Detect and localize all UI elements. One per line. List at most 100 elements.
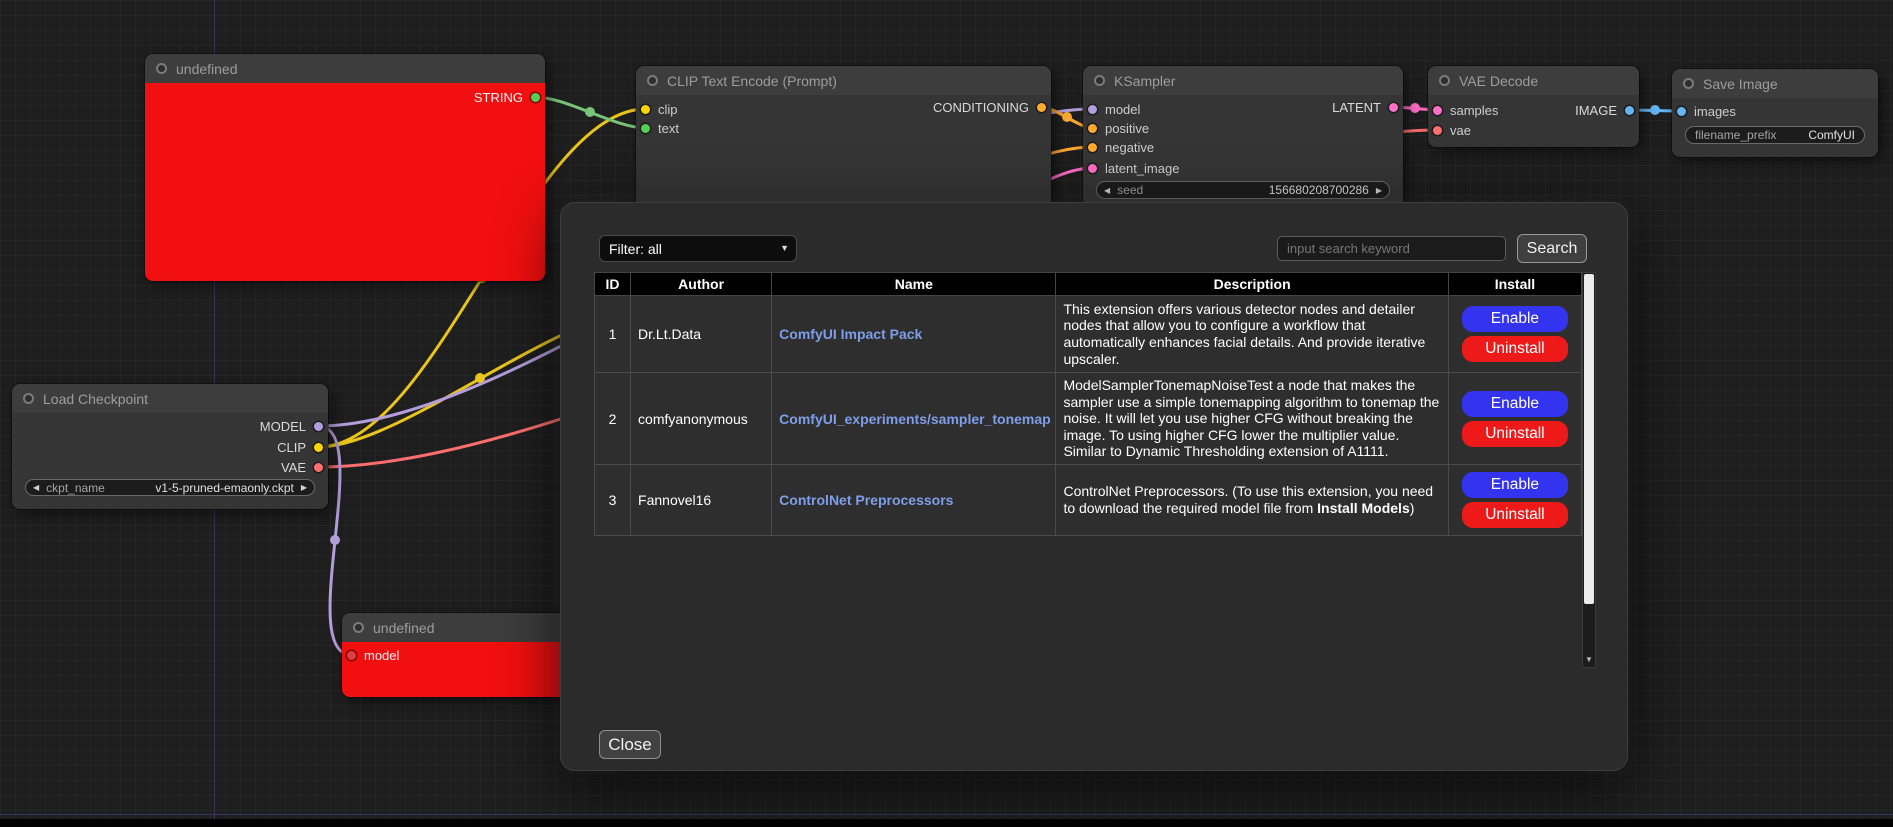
scrollbar-thumb[interactable] <box>1584 274 1594 604</box>
latent-slot-icon[interactable] <box>1433 106 1442 115</box>
widget-value: v1-5-pruned-emaonly.ckpt <box>155 481 294 495</box>
scrollbar[interactable]: ▼ <box>1582 272 1596 668</box>
node-title: Save Image <box>1703 76 1778 92</box>
output-slot-string[interactable]: STRING <box>474 88 540 106</box>
clip-slot-icon[interactable] <box>314 443 323 452</box>
string-slot-icon[interactable] <box>531 93 540 102</box>
input-slot-images[interactable]: images <box>1677 102 1736 120</box>
conditioning-slot-icon[interactable] <box>1088 124 1097 133</box>
increment-arrow-icon[interactable]: ▶ <box>1376 186 1382 195</box>
node-load-checkpoint[interactable]: Load Checkpoint MODEL CLIP VAE ◀ ckpt_na… <box>12 384 328 509</box>
string-slot-icon[interactable] <box>641 124 650 133</box>
input-slot-text[interactable]: text <box>641 119 679 137</box>
ckpt-name-widget[interactable]: ◀ ckpt_name v1-5-pruned-emaonly.ckpt ▶ <box>25 479 315 496</box>
ext-link[interactable]: ControlNet Preprocessors <box>779 492 953 508</box>
node-collapse-dot[interactable] <box>23 393 34 404</box>
ext-link[interactable]: ComfyUI_experiments/sampler_tonemap <box>779 411 1051 427</box>
node-title: undefined <box>176 61 238 77</box>
node-vae-decode[interactable]: VAE Decode samples vae IMAGE <box>1428 66 1639 147</box>
clip-slot-icon[interactable] <box>641 105 650 114</box>
node-save-image[interactable]: Save Image images filename_prefix ComfyU… <box>1672 69 1878 157</box>
latent-slot-icon[interactable] <box>1088 164 1097 173</box>
input-slot-negative[interactable]: negative <box>1088 138 1154 156</box>
header-name: Name <box>772 273 1056 296</box>
model-slot-icon[interactable] <box>347 651 356 660</box>
input-slot-model[interactable]: model <box>1088 100 1140 118</box>
input-slot-samples[interactable]: samples <box>1433 101 1498 119</box>
filter-dropdown[interactable]: Filter: all ▼ <box>599 235 797 262</box>
filename-prefix-widget[interactable]: filename_prefix ComfyUI <box>1685 126 1865 144</box>
canvas-bottom-edge <box>0 819 1893 827</box>
input-slot-positive[interactable]: positive <box>1088 119 1149 137</box>
table-row: 2 comfyanonymous ComfyUI_experiments/sam… <box>595 373 1582 465</box>
node-title: undefined <box>373 620 435 636</box>
next-arrow-icon[interactable]: ▶ <box>301 483 307 492</box>
scroll-down-icon[interactable]: ▼ <box>1583 653 1595 667</box>
node-collapse-dot[interactable] <box>1439 75 1450 86</box>
node-collapse-dot[interactable] <box>1683 78 1694 89</box>
output-slot-image[interactable]: IMAGE <box>1575 101 1634 119</box>
enable-button[interactable]: Enable <box>1462 306 1568 332</box>
model-slot-icon[interactable] <box>1088 105 1097 114</box>
search-button[interactable]: Search <box>1517 234 1587 263</box>
conditioning-slot-icon[interactable] <box>1088 143 1097 152</box>
input-slot-latent-image[interactable]: latent_image <box>1088 159 1179 177</box>
latent-slot-icon[interactable] <box>1389 103 1398 112</box>
widget-value: ComfyUI <box>1808 128 1855 142</box>
output-slot-vae[interactable]: VAE <box>281 458 323 476</box>
ext-id: 3 <box>595 465 631 536</box>
node-title: Load Checkpoint <box>43 391 148 407</box>
input-slot-model[interactable]: model <box>347 646 399 664</box>
vae-slot-icon[interactable] <box>314 463 323 472</box>
output-slot-model[interactable]: MODEL <box>260 417 323 435</box>
output-slot-clip[interactable]: CLIP <box>277 438 323 456</box>
enable-button[interactable]: Enable <box>1462 391 1568 417</box>
header-description: Description <box>1056 273 1448 296</box>
ext-id: 2 <box>595 373 631 465</box>
table-header-row: ID Author Name Description Install <box>595 273 1582 296</box>
input-slot-clip[interactable]: clip <box>641 100 678 118</box>
filter-select[interactable]: Filter: all <box>599 235 797 262</box>
graph-canvas[interactable]: undefined STRING CLIP Text Encode (Promp… <box>0 0 1893 827</box>
model-slot-icon[interactable] <box>314 422 323 431</box>
search-input[interactable] <box>1277 236 1506 261</box>
ext-link[interactable]: ComfyUI Impact Pack <box>779 326 922 342</box>
node-undefined-top[interactable]: undefined STRING <box>145 54 545 281</box>
image-slot-icon[interactable] <box>1625 106 1634 115</box>
node-collapse-dot[interactable] <box>156 63 167 74</box>
node-collapse-dot[interactable] <box>1094 75 1105 86</box>
close-button[interactable]: Close <box>599 730 661 759</box>
table-row: 1 Dr.Lt.Data ComfyUI Impact Pack This ex… <box>595 296 1582 373</box>
widget-label: seed <box>1117 183 1143 197</box>
node-body-error: STRING <box>145 83 545 281</box>
node-title: CLIP Text Encode (Prompt) <box>667 73 837 89</box>
uninstall-button[interactable]: Uninstall <box>1462 336 1568 362</box>
seed-widget[interactable]: ◀ seed 156680208700286 ▶ <box>1096 181 1390 199</box>
previous-arrow-icon[interactable]: ◀ <box>33 483 39 492</box>
uninstall-button[interactable]: Uninstall <box>1462 421 1568 447</box>
output-slot-latent[interactable]: LATENT <box>1332 98 1398 116</box>
link-midpoint-dot <box>330 535 340 545</box>
node-collapse-dot[interactable] <box>647 75 658 86</box>
widget-value: 156680208700286 <box>1269 183 1369 197</box>
extensions-table: ID Author Name Description Install 1 Dr.… <box>594 272 1582 536</box>
vae-slot-icon[interactable] <box>1433 126 1442 135</box>
ext-description: ModelSamplerTonemapNoiseTest a node that… <box>1056 373 1448 465</box>
image-slot-icon[interactable] <box>1677 107 1686 116</box>
output-slot-conditioning[interactable]: CONDITIONING <box>933 98 1046 116</box>
decrement-arrow-icon[interactable]: ◀ <box>1104 186 1110 195</box>
conditioning-slot-icon[interactable] <box>1037 103 1046 112</box>
header-id: ID <box>595 273 631 296</box>
link-midpoint-dot <box>1410 103 1420 113</box>
input-slot-vae[interactable]: vae <box>1433 121 1471 139</box>
table-row: 3 Fannovel16 ControlNet Preprocessors Co… <box>595 465 1582 536</box>
widget-label: filename_prefix <box>1695 128 1776 142</box>
ext-description: ControlNet Preprocessors. (To use this e… <box>1056 465 1448 536</box>
enable-button[interactable]: Enable <box>1462 472 1568 498</box>
uninstall-button[interactable]: Uninstall <box>1462 502 1568 528</box>
ext-author: Fannovel16 <box>631 465 772 536</box>
manager-dialog: Filter: all ▼ Search ID Author Name Desc… <box>561 203 1627 770</box>
node-collapse-dot[interactable] <box>353 622 364 633</box>
link-midpoint-dot <box>1650 105 1660 115</box>
header-author: Author <box>631 273 772 296</box>
